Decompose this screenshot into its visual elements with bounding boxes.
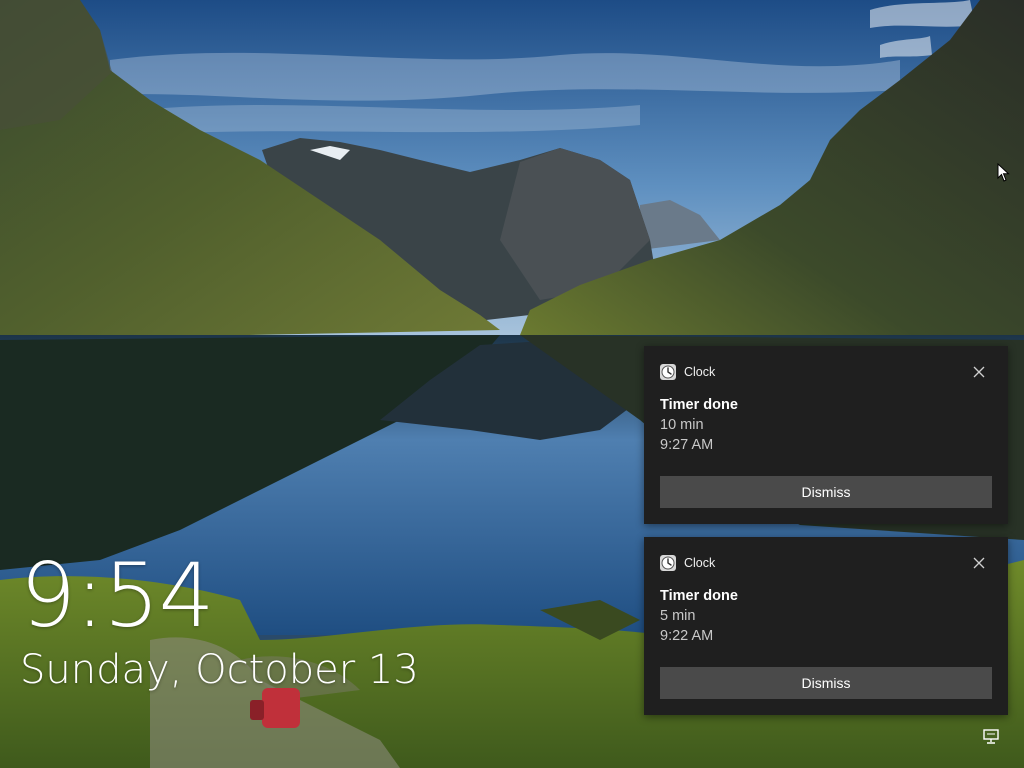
close-icon: [973, 557, 985, 569]
toast-duration: 5 min: [660, 608, 696, 624]
toast-duration: 10 min: [660, 417, 704, 433]
close-icon: [973, 366, 985, 378]
toast-timestamp: 9:27 AM: [660, 437, 714, 453]
lock-date: Sunday, October 13: [20, 647, 419, 693]
toast-timestamp: 9:22 AM: [660, 628, 714, 644]
toast-app-name: Clock: [684, 365, 716, 379]
notification-toast[interactable]: Clock Timer done 10 min 9:27 AM Dismiss: [644, 346, 1008, 524]
notification-toast[interactable]: Clock Timer done 5 min 9:22 AM Dismiss: [644, 537, 1008, 715]
network-icon[interactable]: [982, 728, 1002, 746]
dismiss-button[interactable]: Dismiss: [660, 476, 992, 508]
toast-title: Timer done: [660, 588, 738, 604]
toast-app-name: Clock: [684, 556, 716, 570]
clock-icon: [660, 555, 676, 571]
lock-screen: 9:54 Sunday, October 13 Clock Timer done…: [0, 0, 1024, 768]
toast-title: Timer done: [660, 397, 738, 413]
toast-close-button[interactable]: [970, 363, 988, 381]
toast-header: Clock: [660, 363, 715, 381]
dismiss-button[interactable]: Dismiss: [660, 667, 992, 699]
clock-icon: [660, 364, 676, 380]
lock-clock: 9:54 Sunday, October 13: [20, 548, 419, 694]
cursor-icon: [997, 163, 1010, 182]
lock-time: 9:54: [20, 544, 215, 647]
toast-close-button[interactable]: [970, 554, 988, 572]
toast-header: Clock: [660, 554, 715, 572]
